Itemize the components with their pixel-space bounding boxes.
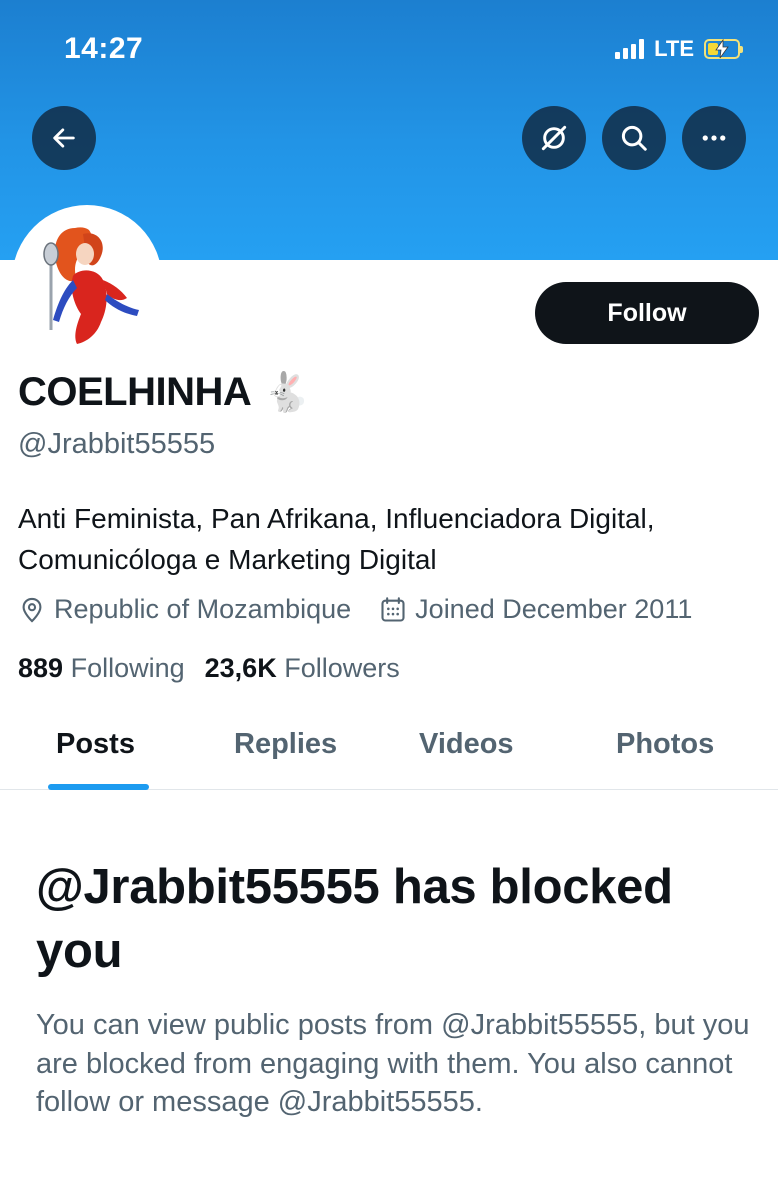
- status-time: 14:27: [64, 32, 144, 65]
- joined-info: Joined December 2011: [379, 594, 692, 625]
- calendar-icon: [381, 596, 405, 622]
- tab-posts[interactable]: Posts: [56, 728, 135, 761]
- network-type: LTE: [654, 36, 694, 61]
- more-horizontal-icon: [702, 135, 726, 141]
- battery-icon: [704, 39, 743, 59]
- profile-handle: @Jrabbit55555: [18, 428, 216, 460]
- tab-replies[interactable]: Replies: [234, 728, 337, 761]
- avatar-image: [17, 210, 157, 350]
- profile-display-name: COELHINHA 🐇: [18, 370, 311, 415]
- active-tab-indicator: [48, 784, 149, 790]
- search-icon: [621, 125, 647, 151]
- grok-icon: [541, 125, 567, 151]
- followers-stat[interactable]: 23,6K Followers: [205, 653, 400, 684]
- signal-strength-icon: [615, 39, 645, 59]
- tab-photos[interactable]: Photos: [616, 728, 714, 761]
- grok-button[interactable]: [522, 106, 586, 170]
- more-options-button[interactable]: [682, 106, 746, 170]
- location-text: Republic of Mozambique: [54, 594, 352, 624]
- blocked-title: @Jrabbit55555 has blocked you: [36, 860, 673, 978]
- profile-stats: 889 Following 23,6K Followers: [18, 653, 400, 684]
- following-label: Following: [70, 653, 185, 683]
- following-stat[interactable]: 889 Following: [18, 653, 185, 684]
- location-pin-icon: [22, 597, 42, 623]
- profile-meta: Republic of Mozambique Joined December 2…: [18, 594, 692, 625]
- followers-label: Followers: [284, 653, 400, 683]
- search-button[interactable]: [602, 106, 666, 170]
- profile-avatar[interactable]: [12, 205, 162, 355]
- followers-count: 23,6K: [204, 653, 277, 683]
- profile-bio: Anti Feminista, Pan Afrikana, Influencia…: [18, 503, 655, 575]
- following-count: 889: [18, 653, 64, 683]
- charging-bolt-icon: [715, 39, 729, 59]
- joined-text: Joined December 2011: [415, 594, 693, 624]
- back-button[interactable]: [32, 106, 96, 170]
- status-bar: 14:27 LTE: [0, 0, 778, 100]
- rabbit-emoji: 🐇: [263, 371, 311, 414]
- profile-tabs: Posts Replies Videos Photos: [0, 706, 778, 790]
- location-info: Republic of Mozambique: [18, 594, 351, 625]
- arrow-left-icon: [53, 128, 75, 148]
- display-name-text: COELHINHA: [18, 370, 252, 414]
- blocked-description: You can view public posts from @Jrabbit5…: [36, 1009, 750, 1118]
- tab-videos[interactable]: Videos: [419, 728, 514, 761]
- follow-button[interactable]: Follow: [535, 282, 759, 344]
- status-indicators: LTE: [615, 36, 743, 62]
